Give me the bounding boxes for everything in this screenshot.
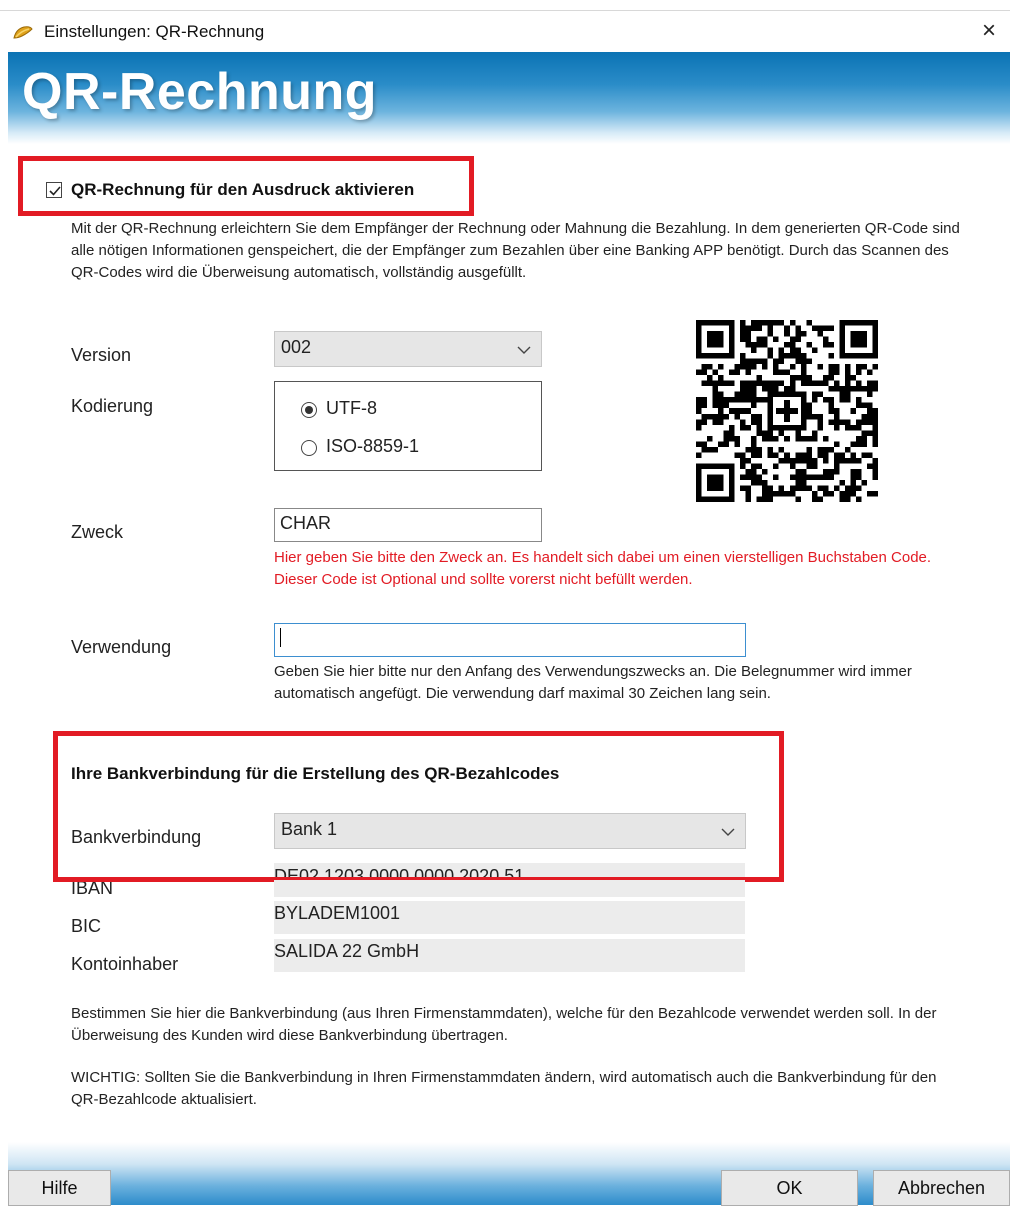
- text-caret: [280, 628, 281, 647]
- close-icon[interactable]: ×: [982, 19, 996, 43]
- bottom-bar: [8, 1142, 1010, 1205]
- purpose-input[interactable]: CHAR: [274, 508, 542, 542]
- checkmark-icon: [49, 186, 61, 196]
- usage-label: Verwendung: [71, 637, 172, 657]
- purpose-value: CHAR: [280, 513, 332, 533]
- usage-hint: Geben Sie hier bitte nur den Anfang des …: [274, 663, 912, 702]
- activate-description: Mit der QR-Rechnung erleichtern Sie dem …: [71, 220, 960, 281]
- purpose-hint: Hier geben Sie bitte den Zweck an. Es ha…: [274, 549, 932, 588]
- holder-field: SALIDA 22 GmbH: [274, 939, 745, 972]
- app-icon: [12, 23, 34, 41]
- activate-checkbox[interactable]: [46, 182, 62, 198]
- bic-value: BYLADEM1001: [274, 903, 401, 923]
- activate-label[interactable]: QR-Rechnung für den Ausdruck aktivieren: [71, 180, 414, 200]
- version-value: 002: [281, 337, 312, 357]
- holder-value: SALIDA 22 GmbH: [274, 941, 420, 961]
- radio-iso88591-label[interactable]: ISO-8859-1: [326, 436, 419, 457]
- highlight-box-bank: [53, 731, 784, 882]
- usage-input[interactable]: [274, 623, 746, 657]
- chevron-down-icon: [517, 342, 531, 360]
- version-select[interactable]: 002: [274, 331, 542, 367]
- radio-utf8[interactable]: [301, 402, 317, 418]
- qr-code-image: [696, 320, 878, 502]
- holder-label: Kontoinhaber: [71, 954, 179, 974]
- banner-title: QR-Rechnung: [22, 63, 378, 121]
- radio-iso88591[interactable]: [301, 440, 317, 456]
- bank-warning-text: WICHTIG: Sollten Sie die Bankverbindung …: [71, 1069, 937, 1108]
- bank-info-text: Bestimmen Sie hier die Bankverbindung (a…: [71, 1005, 937, 1044]
- version-label: Version: [71, 345, 132, 365]
- header-banner: QR-Rechnung: [8, 52, 1010, 144]
- encoding-group: UTF-8 ISO-8859-1: [274, 381, 542, 471]
- cancel-button[interactable]: Abbrechen: [873, 1170, 1010, 1206]
- iban-field-lower: [274, 880, 745, 897]
- window-title: Einstellungen: QR-Rechnung: [44, 22, 265, 41]
- purpose-label: Zweck: [71, 522, 124, 542]
- encoding-label: Kodierung: [71, 396, 154, 416]
- title-bar: Einstellungen: QR-Rechnung ×: [0, 10, 1010, 53]
- bic-label: BIC: [71, 916, 102, 936]
- bic-field: BYLADEM1001: [274, 901, 745, 934]
- ok-button[interactable]: OK: [721, 1170, 858, 1206]
- radio-utf8-label[interactable]: UTF-8: [326, 398, 377, 419]
- help-button[interactable]: Hilfe: [8, 1170, 111, 1206]
